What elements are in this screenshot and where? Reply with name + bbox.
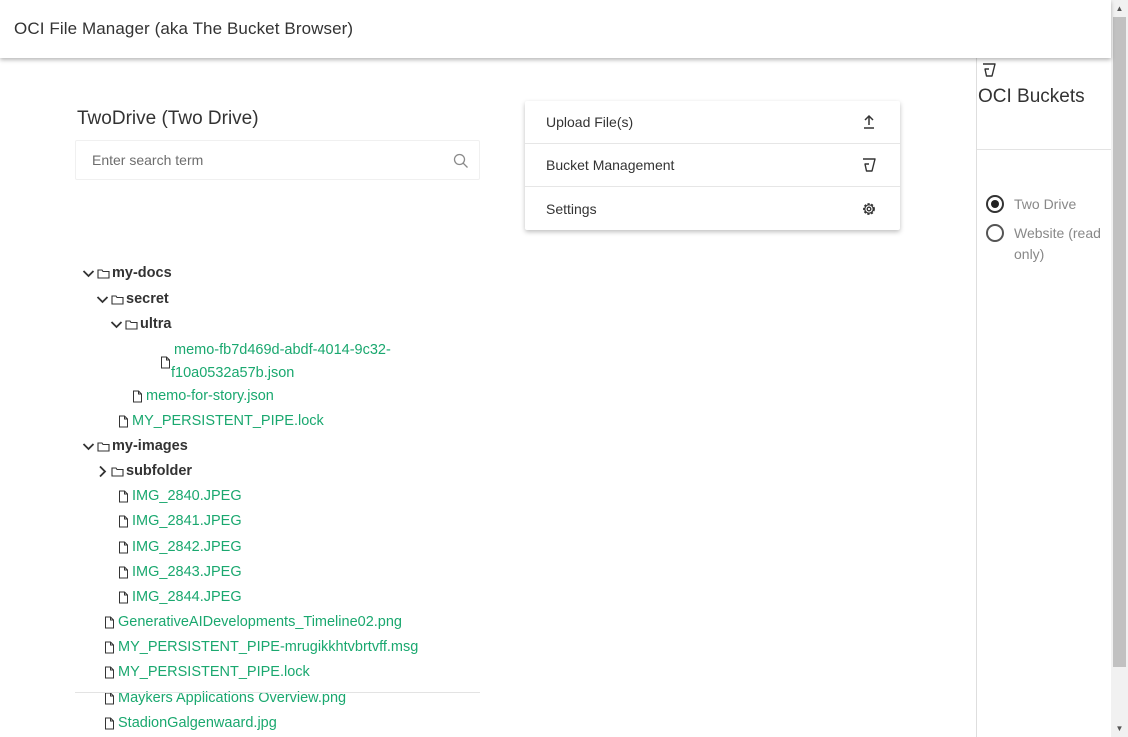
radio-label: Two Drive — [1014, 196, 1077, 212]
radio-button[interactable] — [986, 224, 1004, 242]
tree-file-row[interactable]: MY_PERSISTENT_PIPE.lock — [103, 662, 310, 682]
file-browser-panel: TwoDrive (Two Drive) my-docssecretultram… — [75, 100, 480, 731]
folder-icon — [97, 441, 110, 452]
upload-icon — [864, 114, 874, 129]
file-icon — [105, 641, 114, 653]
chevron-right-icon[interactable] — [96, 465, 109, 478]
upload-files-item[interactable]: Upload File(s) — [525, 101, 900, 144]
scroll-up-arrow[interactable]: ▲ — [1111, 0, 1128, 17]
file-label[interactable]: StadionGalgenwaard.jpg — [118, 715, 277, 731]
radio-button[interactable] — [986, 195, 1004, 213]
tree-file-row[interactable]: IMG_2842.JPEG — [117, 537, 242, 557]
settings-item[interactable]: Settings — [525, 187, 900, 230]
file-label[interactable]: IMG_2843.JPEG — [132, 564, 242, 580]
bucket-option-two-drive[interactable]: Two Drive — [986, 194, 1110, 215]
file-label[interactable]: memo-fb7d469d-abdf-4014-9c32- f10a0532a57… — [171, 339, 391, 385]
actions-menu: Upload File(s) Bucket Management Setting… — [525, 101, 900, 230]
file-icon — [119, 490, 128, 502]
file-icon — [119, 515, 128, 527]
folder-icon — [111, 294, 124, 305]
bucket-icon — [983, 63, 996, 77]
chevron-down-icon[interactable] — [82, 267, 95, 280]
file-icon — [105, 717, 114, 729]
file-label[interactable]: IMG_2842.JPEG — [132, 539, 242, 555]
folder-label[interactable]: ultra — [140, 316, 171, 332]
panel-divider — [75, 692, 480, 693]
folder-label[interactable]: secret — [126, 291, 169, 307]
file-icon — [133, 390, 142, 402]
tree-folder-row[interactable]: secret — [96, 289, 169, 309]
tree-file-row[interactable]: MY_PERSISTENT_PIPE-mrugikkhtvbrtvff.msg — [103, 637, 418, 657]
search-box — [75, 140, 480, 180]
tree-file-row[interactable]: IMG_2841.JPEG — [117, 511, 242, 531]
menu-item-label: Settings — [546, 200, 597, 217]
file-icon — [119, 591, 128, 603]
scroll-thumb[interactable] — [1113, 17, 1126, 667]
file-icon — [105, 692, 114, 704]
scroll-down-arrow[interactable]: ▼ — [1111, 720, 1128, 737]
file-label[interactable]: IMG_2840.JPEG — [132, 488, 242, 504]
app-title: OCI File Manager (aka The Bucket Browser… — [14, 19, 354, 38]
menu-item-label: Upload File(s) — [546, 114, 634, 130]
tree-file-row[interactable]: StadionGalgenwaard.jpg — [103, 713, 277, 733]
file-label[interactable]: MY_PERSISTENT_PIPE.lock — [118, 664, 310, 680]
file-label-line[interactable]: memo-fb7d469d-abdf-4014-9c32- — [174, 339, 391, 362]
app-bar: OCI File Manager (aka The Bucket Browser… — [0, 0, 1111, 58]
buckets-sidebar: OCI Buckets Two Drive Website (read only… — [976, 58, 1112, 737]
folder-label[interactable]: subfolder — [126, 463, 192, 479]
tree-folder-row[interactable]: my-docs — [82, 263, 172, 283]
tree-folder-row[interactable]: my-images — [82, 436, 188, 456]
tree-file-row[interactable]: memo-fb7d469d-abdf-4014-9c32- f10a0532a57… — [159, 339, 391, 385]
file-tree: my-docs secret ultra memo-fb7d469d-abdf-401… — [75, 180, 480, 731]
scrollbar[interactable]: ▲ ▼ — [1111, 0, 1128, 737]
file-icon — [105, 666, 114, 678]
chevron-down-icon[interactable] — [96, 293, 109, 306]
file-label[interactable]: IMG_2841.JPEG — [132, 513, 242, 529]
file-icon — [119, 415, 128, 427]
folder-icon — [97, 268, 110, 279]
folder-label[interactable]: my-images — [112, 438, 188, 454]
tree-file-row[interactable]: GenerativeAIDevelopments_Timeline02.png — [103, 612, 402, 632]
file-label[interactable]: MY_PERSISTENT_PIPE.lock — [132, 413, 324, 429]
tree-folder-row[interactable]: subfolder — [96, 461, 192, 481]
search-input[interactable] — [76, 141, 479, 179]
folder-icon — [111, 466, 124, 477]
file-label[interactable]: memo-for-story.json — [146, 388, 274, 404]
folder-icon — [125, 319, 138, 330]
radio-label: Website (read only) — [1014, 225, 1101, 262]
tree-file-row[interactable]: IMG_2844.JPEG — [117, 587, 242, 607]
search-icon[interactable] — [453, 153, 469, 169]
tree-folder-row[interactable]: ultra — [110, 314, 171, 334]
bucket-management-item[interactable]: Bucket Management — [525, 144, 900, 187]
file-icon — [119, 541, 128, 553]
bucket-title: TwoDrive (Two Drive) — [77, 108, 259, 129]
bucket-option-website[interactable]: Website (read only) — [986, 223, 1110, 265]
folder-label[interactable]: my-docs — [112, 265, 172, 281]
tree-file-row[interactable]: Maykers Applications Overview.png — [103, 688, 346, 708]
tree-file-row[interactable]: IMG_2840.JPEG — [117, 486, 242, 506]
tree-file-row[interactable]: memo-for-story.json — [131, 386, 274, 406]
tree-file-row[interactable]: IMG_2843.JPEG — [117, 562, 242, 582]
menu-item-label: Bucket Management — [546, 157, 675, 173]
file-label[interactable]: IMG_2844.JPEG — [132, 589, 242, 605]
sidebar-divider — [977, 149, 1112, 150]
gear-icon — [863, 202, 875, 215]
file-label[interactable]: MY_PERSISTENT_PIPE-mrugikkhtvbrtvff.msg — [118, 639, 418, 655]
bucket-icon — [863, 158, 876, 172]
chevron-down-icon[interactable] — [110, 318, 123, 331]
file-icon — [119, 566, 128, 578]
chevron-down-icon[interactable] — [82, 440, 95, 453]
sidebar-title: OCI Buckets — [978, 86, 1085, 107]
tree-file-row[interactable]: MY_PERSISTENT_PIPE.lock — [117, 411, 324, 431]
file-label-line[interactable]: f10a0532a57b.json — [171, 362, 391, 385]
file-label[interactable]: GenerativeAIDevelopments_Timeline02.png — [118, 614, 402, 630]
file-icon — [105, 616, 114, 628]
